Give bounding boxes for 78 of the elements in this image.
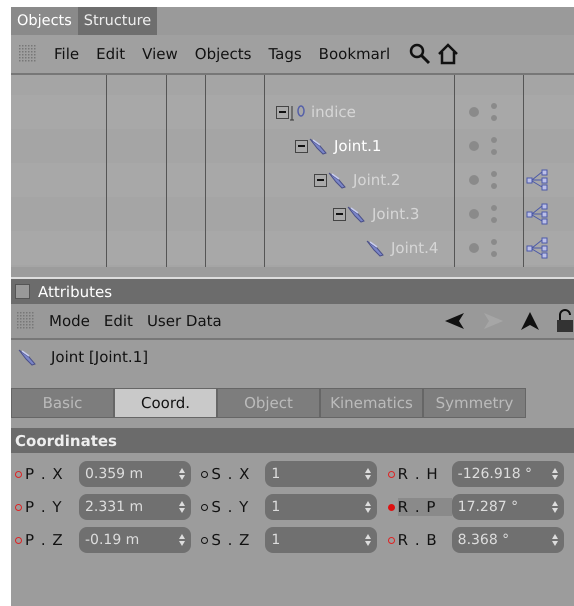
spinner-arrows-icon[interactable]: [552, 467, 558, 481]
number-field[interactable]: 1: [265, 494, 378, 520]
collapse-toggle[interactable]: [333, 208, 346, 220]
field-label: R . B: [398, 531, 439, 549]
spinner-arrows-icon[interactable]: [179, 500, 185, 514]
number-field[interactable]: 1: [265, 461, 378, 487]
object-name: Joint [Joint.1]: [51, 348, 148, 366]
spinner-arrows-icon[interactable]: [365, 533, 372, 547]
number-field[interactable]: 2.331 m: [79, 494, 191, 520]
visibility-dots-icon[interactable]: [468, 237, 500, 259]
menu-item[interactable]: File: [54, 45, 80, 63]
panel-tab[interactable]: Structure: [78, 7, 158, 35]
lock-icon[interactable]: [556, 309, 574, 333]
keyframe-dot[interactable]: [388, 470, 395, 478]
menu-item[interactable]: View: [142, 45, 178, 63]
joint-icon: [327, 170, 349, 190]
visibility-dots-icon[interactable]: [468, 135, 500, 157]
collapse-toggle[interactable]: [276, 106, 289, 118]
field-label: P . X: [25, 465, 65, 483]
joint-icon: [365, 238, 387, 258]
menu-item[interactable]: Mode: [49, 312, 90, 330]
keyframe-dot[interactable]: [201, 536, 208, 544]
up-arrow-icon[interactable]: [520, 311, 540, 331]
menu-item[interactable]: Objects: [194, 45, 252, 63]
number-field[interactable]: 0.359 m: [79, 461, 191, 487]
panel-toggle[interactable]: [15, 284, 30, 299]
search-icon[interactable]: [408, 42, 432, 66]
menu-item[interactable]: Bookmarl: [318, 45, 390, 63]
visibility-dots-icon[interactable]: [468, 203, 500, 225]
field-label: S . X: [211, 465, 252, 483]
menu-item[interactable]: Edit: [104, 312, 133, 330]
attribute-tab[interactable]: Object: [217, 388, 320, 418]
spinner-arrows-icon[interactable]: [365, 500, 372, 514]
keyframe-dot[interactable]: [15, 536, 22, 544]
panel-title: Attributes: [38, 282, 112, 300]
attribute-tab[interactable]: Basic: [11, 388, 114, 418]
number-field[interactable]: 1: [265, 527, 378, 553]
keyframe-dot[interactable]: [15, 504, 22, 510]
attribute-tab[interactable]: Symmetry: [423, 388, 526, 418]
collapse-toggle[interactable]: [295, 140, 308, 152]
grip-icon[interactable]: [17, 311, 35, 331]
menu-item[interactable]: Edit: [96, 45, 126, 63]
field-label: S . Z: [211, 531, 252, 549]
keyframe-dot[interactable]: [388, 536, 395, 544]
joint-icon: [308, 136, 330, 156]
attribute-tab[interactable]: Coord.: [114, 388, 217, 418]
number-field[interactable]: -0.19 m: [79, 527, 191, 553]
field-label: P . Z: [25, 531, 65, 549]
menu-item[interactable]: User Data: [146, 312, 222, 330]
keyframe-dot[interactable]: [201, 470, 208, 478]
spinner-arrows-icon[interactable]: [552, 533, 558, 547]
joint-icon: [346, 204, 368, 224]
visibility-dots-icon[interactable]: [468, 101, 500, 123]
tree-item-label[interactable]: Joint.1: [334, 137, 382, 155]
spinner-arrows-icon[interactable]: [179, 533, 185, 547]
field-label: R . P: [398, 498, 452, 516]
grip-icon[interactable]: [19, 44, 37, 64]
collapse-toggle[interactable]: [314, 174, 327, 186]
spinner-arrows-icon[interactable]: [179, 467, 185, 481]
number-field[interactable]: -126.918 °: [452, 461, 564, 487]
field-label: R . H: [398, 465, 440, 483]
keyframe-dot[interactable]: [15, 470, 22, 478]
back-arrow-icon[interactable]: [444, 312, 466, 330]
spinner-arrows-icon[interactable]: [552, 500, 558, 514]
menu-item[interactable]: Tags: [268, 45, 302, 63]
attribute-tab[interactable]: Kinematics: [320, 388, 423, 418]
panel-tab[interactable]: Objects: [11, 7, 78, 35]
home-icon[interactable]: [436, 42, 460, 66]
keyframe-dot[interactable]: [201, 504, 208, 510]
keyframe-dot[interactable]: [388, 504, 395, 510]
field-label: P . Y: [25, 498, 64, 516]
joint-icon: [17, 347, 39, 367]
number-field[interactable]: 17.287 °: [452, 494, 564, 520]
visibility-dots-icon[interactable]: [468, 169, 500, 191]
spinner-arrows-icon[interactable]: [365, 467, 372, 481]
number-field[interactable]: 8.368 °: [452, 527, 564, 553]
section-header: Coordinates: [11, 428, 574, 453]
field-label: S . Y: [211, 498, 250, 516]
